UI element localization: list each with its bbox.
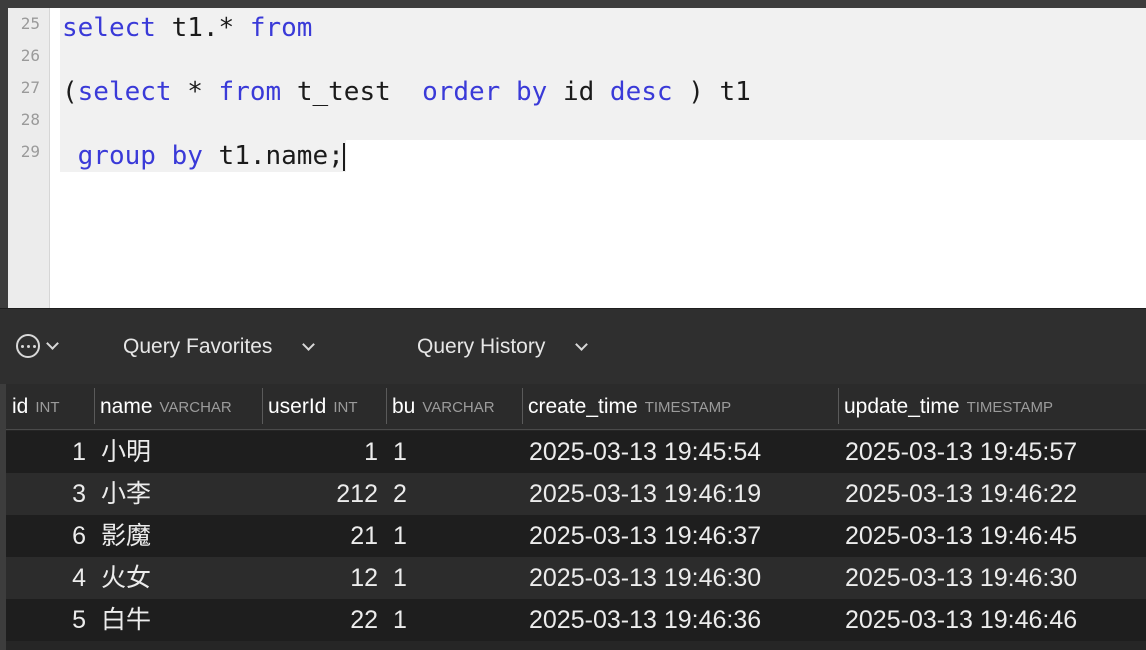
- chevron-down-icon: [302, 338, 316, 351]
- sql-text: t1.name;: [202, 141, 344, 171]
- cell-name[interactable]: 小李: [101, 473, 251, 515]
- cell-update-time[interactable]: 2025-03-13 19:45:57: [845, 431, 1145, 473]
- column-name: id: [12, 395, 29, 418]
- line-number-gutter: 25 26 27 28 29: [8, 8, 50, 308]
- cell-update-time[interactable]: 2025-03-13 19:46:46: [845, 599, 1145, 641]
- cell-name[interactable]: 小明: [101, 431, 251, 473]
- cell-userid[interactable]: 212: [262, 473, 378, 515]
- sql-keyword: desc: [609, 77, 673, 107]
- cell-bu[interactable]: 1: [393, 515, 513, 557]
- column-resize-handle[interactable]: [386, 388, 387, 424]
- chevron-down-icon: [46, 337, 59, 350]
- query-favorites-label: Query Favorites: [123, 335, 273, 358]
- editor-left-border: [0, 0, 8, 308]
- cell-create-time[interactable]: 2025-03-13 19:46:37: [529, 515, 829, 557]
- sql-text: t1.*: [155, 13, 250, 43]
- sql-text: *: [171, 77, 219, 107]
- column-name: name: [100, 395, 153, 418]
- column-type: VARCHAR: [422, 398, 495, 416]
- table-row[interactable]: 3 小李 212 2 2025-03-13 19:46:19 2025-03-13 19:…: [6, 473, 1146, 515]
- code-area[interactable]: select t1.* from (select * from t_test o…: [50, 8, 1146, 308]
- cell-bu[interactable]: 1: [393, 599, 513, 641]
- cell-create-time[interactable]: 2025-03-13 19:46:19: [529, 473, 829, 515]
- column-header-create-time[interactable]: create_time TIMESTAMP: [522, 384, 838, 430]
- line-number: 27: [20, 78, 40, 97]
- sql-text: t_test: [281, 77, 423, 107]
- cell-update-time[interactable]: 2025-03-13 19:46:30: [845, 557, 1145, 599]
- cell-id[interactable]: 6: [6, 515, 86, 557]
- cell-id[interactable]: 3: [6, 473, 86, 515]
- query-history-label: Query History: [417, 335, 546, 358]
- sql-keyword: select: [77, 77, 172, 107]
- cell-bu[interactable]: 1: [393, 431, 513, 473]
- cell-update-time[interactable]: 2025-03-13 19:46:22: [845, 473, 1145, 515]
- line-number: 28: [20, 110, 40, 129]
- cell-id[interactable]: 1: [6, 431, 86, 473]
- cell-userid[interactable]: 12: [262, 557, 378, 599]
- cell-name[interactable]: 火女: [101, 557, 251, 599]
- column-resize-handle[interactable]: [522, 388, 523, 424]
- cell-userid[interactable]: 21: [262, 515, 378, 557]
- column-name: userId: [268, 395, 327, 418]
- sql-keyword: from: [249, 13, 313, 43]
- column-name: bu: [392, 395, 416, 418]
- column-name: update_time: [844, 395, 960, 418]
- code-line[interactable]: (select * from t_test order by id desc )…: [62, 76, 751, 108]
- sql-text: ) t1: [672, 77, 751, 107]
- text-cursor: [342, 142, 345, 171]
- column-resize-handle[interactable]: [838, 388, 839, 424]
- code-line[interactable]: select t1.* from: [62, 12, 312, 44]
- cell-create-time[interactable]: 2025-03-13 19:45:54: [529, 431, 829, 473]
- table-row[interactable]: 4 火女 12 1 2025-03-13 19:46:30 2025-03-13 19:4…: [6, 557, 1146, 599]
- column-type: INT: [333, 398, 358, 416]
- chevron-down-icon: [575, 338, 589, 351]
- table-row[interactable]: 6 影魔 21 1 2025-03-13 19:46:37 2025-03-13 19:4…: [6, 515, 1146, 557]
- code-line[interactable]: group by t1.name;: [62, 140, 345, 172]
- cell-userid[interactable]: 1: [262, 431, 378, 473]
- results-toolbar: Query Favorites Query History: [0, 308, 1146, 384]
- column-resize-handle[interactable]: [262, 388, 263, 424]
- more-options-button[interactable]: [16, 334, 59, 358]
- column-header-id[interactable]: id INT: [6, 384, 94, 430]
- sql-text: (: [62, 77, 78, 107]
- sql-keyword: group by: [77, 141, 203, 171]
- cell-create-time[interactable]: 2025-03-13 19:46:30: [529, 557, 829, 599]
- query-history-dropdown[interactable]: Query History: [417, 335, 589, 359]
- cell-name[interactable]: 影魔: [101, 515, 251, 557]
- cell-bu[interactable]: 1: [393, 557, 513, 599]
- column-type: TIMESTAMP: [966, 398, 1053, 416]
- sql-keyword: order by: [422, 77, 548, 107]
- query-favorites-dropdown[interactable]: Query Favorites: [123, 335, 316, 359]
- column-header-bu[interactable]: bu VARCHAR: [386, 384, 522, 430]
- line-number: 25: [20, 14, 40, 33]
- cell-bu[interactable]: 2: [393, 473, 513, 515]
- line-number: 26: [20, 46, 40, 65]
- column-name: create_time: [528, 395, 638, 418]
- column-header-name[interactable]: name VARCHAR: [94, 384, 262, 430]
- editor-top-border: [0, 0, 1146, 8]
- cell-userid[interactable]: 22: [262, 599, 378, 641]
- cell-update-time[interactable]: 2025-03-13 19:46:45: [845, 515, 1145, 557]
- ellipsis-circle-icon: [16, 334, 40, 358]
- cell-name[interactable]: 白牛: [101, 599, 251, 641]
- sql-text: id: [547, 77, 610, 107]
- column-header-update-time[interactable]: update_time TIMESTAMP: [838, 384, 1146, 430]
- column-type: TIMESTAMP: [644, 398, 732, 416]
- sql-editor[interactable]: 25 26 27 28 29 select t1.* from (select …: [0, 0, 1146, 308]
- column-type: INT: [35, 398, 60, 416]
- line-number: 29: [20, 142, 40, 161]
- sql-keyword: from: [218, 77, 282, 107]
- column-type: VARCHAR: [159, 398, 232, 416]
- cell-id[interactable]: 4: [6, 557, 86, 599]
- column-header-userid[interactable]: userId INT: [262, 384, 386, 430]
- cell-id[interactable]: 5: [6, 599, 86, 641]
- column-header-row: id INT name VARCHAR userId INT bu VARCHAR create…: [6, 384, 1146, 430]
- sql-keyword: select: [62, 13, 156, 43]
- result-grid[interactable]: id INT name VARCHAR userId INT bu VARCHAR create…: [0, 384, 1146, 650]
- table-row[interactable]: 1 小明 1 1 2025-03-13 19:45:54 2025-03-13 19:45…: [6, 431, 1146, 473]
- column-resize-handle[interactable]: [94, 388, 95, 424]
- table-row[interactable]: 5 白牛 22 1 2025-03-13 19:46:36 2025-03-13 19:4…: [6, 599, 1146, 641]
- cell-create-time[interactable]: 2025-03-13 19:46:36: [529, 599, 829, 641]
